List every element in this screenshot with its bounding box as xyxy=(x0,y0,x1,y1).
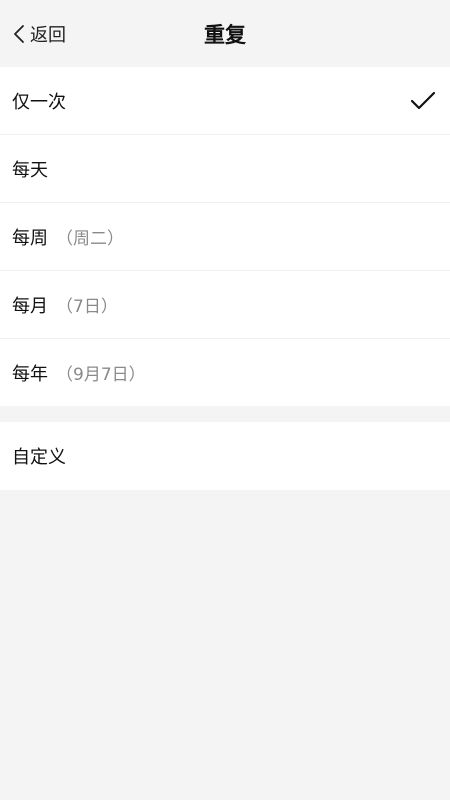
option-label: 每年 xyxy=(12,363,48,385)
option-label: 每周 xyxy=(12,227,48,249)
option-hint: （7日） xyxy=(56,297,118,317)
header-bar: 返回 重复 xyxy=(0,0,450,67)
option-weekly[interactable]: 每周 （周二） xyxy=(0,202,450,270)
option-daily[interactable]: 每天 xyxy=(0,134,450,202)
option-yearly[interactable]: 每年 （9月7日） xyxy=(0,338,450,406)
section-divider xyxy=(0,406,450,422)
option-label: 自定义 xyxy=(12,447,66,468)
option-label: 每天 xyxy=(12,159,48,181)
option-label: 每月 xyxy=(12,295,48,317)
checkmark-icon xyxy=(410,91,436,109)
back-label: 返回 xyxy=(30,24,66,46)
custom-section: 自定义 xyxy=(0,422,450,490)
option-custom[interactable]: 自定义 xyxy=(0,422,450,490)
repeat-options-list: 仅一次 每天 每周 （周二） 每月 （7日） 每年 （9月7日） xyxy=(0,67,450,406)
option-hint: （周二） xyxy=(56,229,124,249)
chevron-left-icon xyxy=(14,24,24,43)
page-title: 重复 xyxy=(204,22,246,47)
option-monthly[interactable]: 每月 （7日） xyxy=(0,270,450,338)
option-once[interactable]: 仅一次 xyxy=(0,67,450,134)
option-hint: （9月7日） xyxy=(56,365,146,385)
option-label: 仅一次 xyxy=(12,91,66,113)
back-button[interactable]: 返回 xyxy=(12,0,66,67)
